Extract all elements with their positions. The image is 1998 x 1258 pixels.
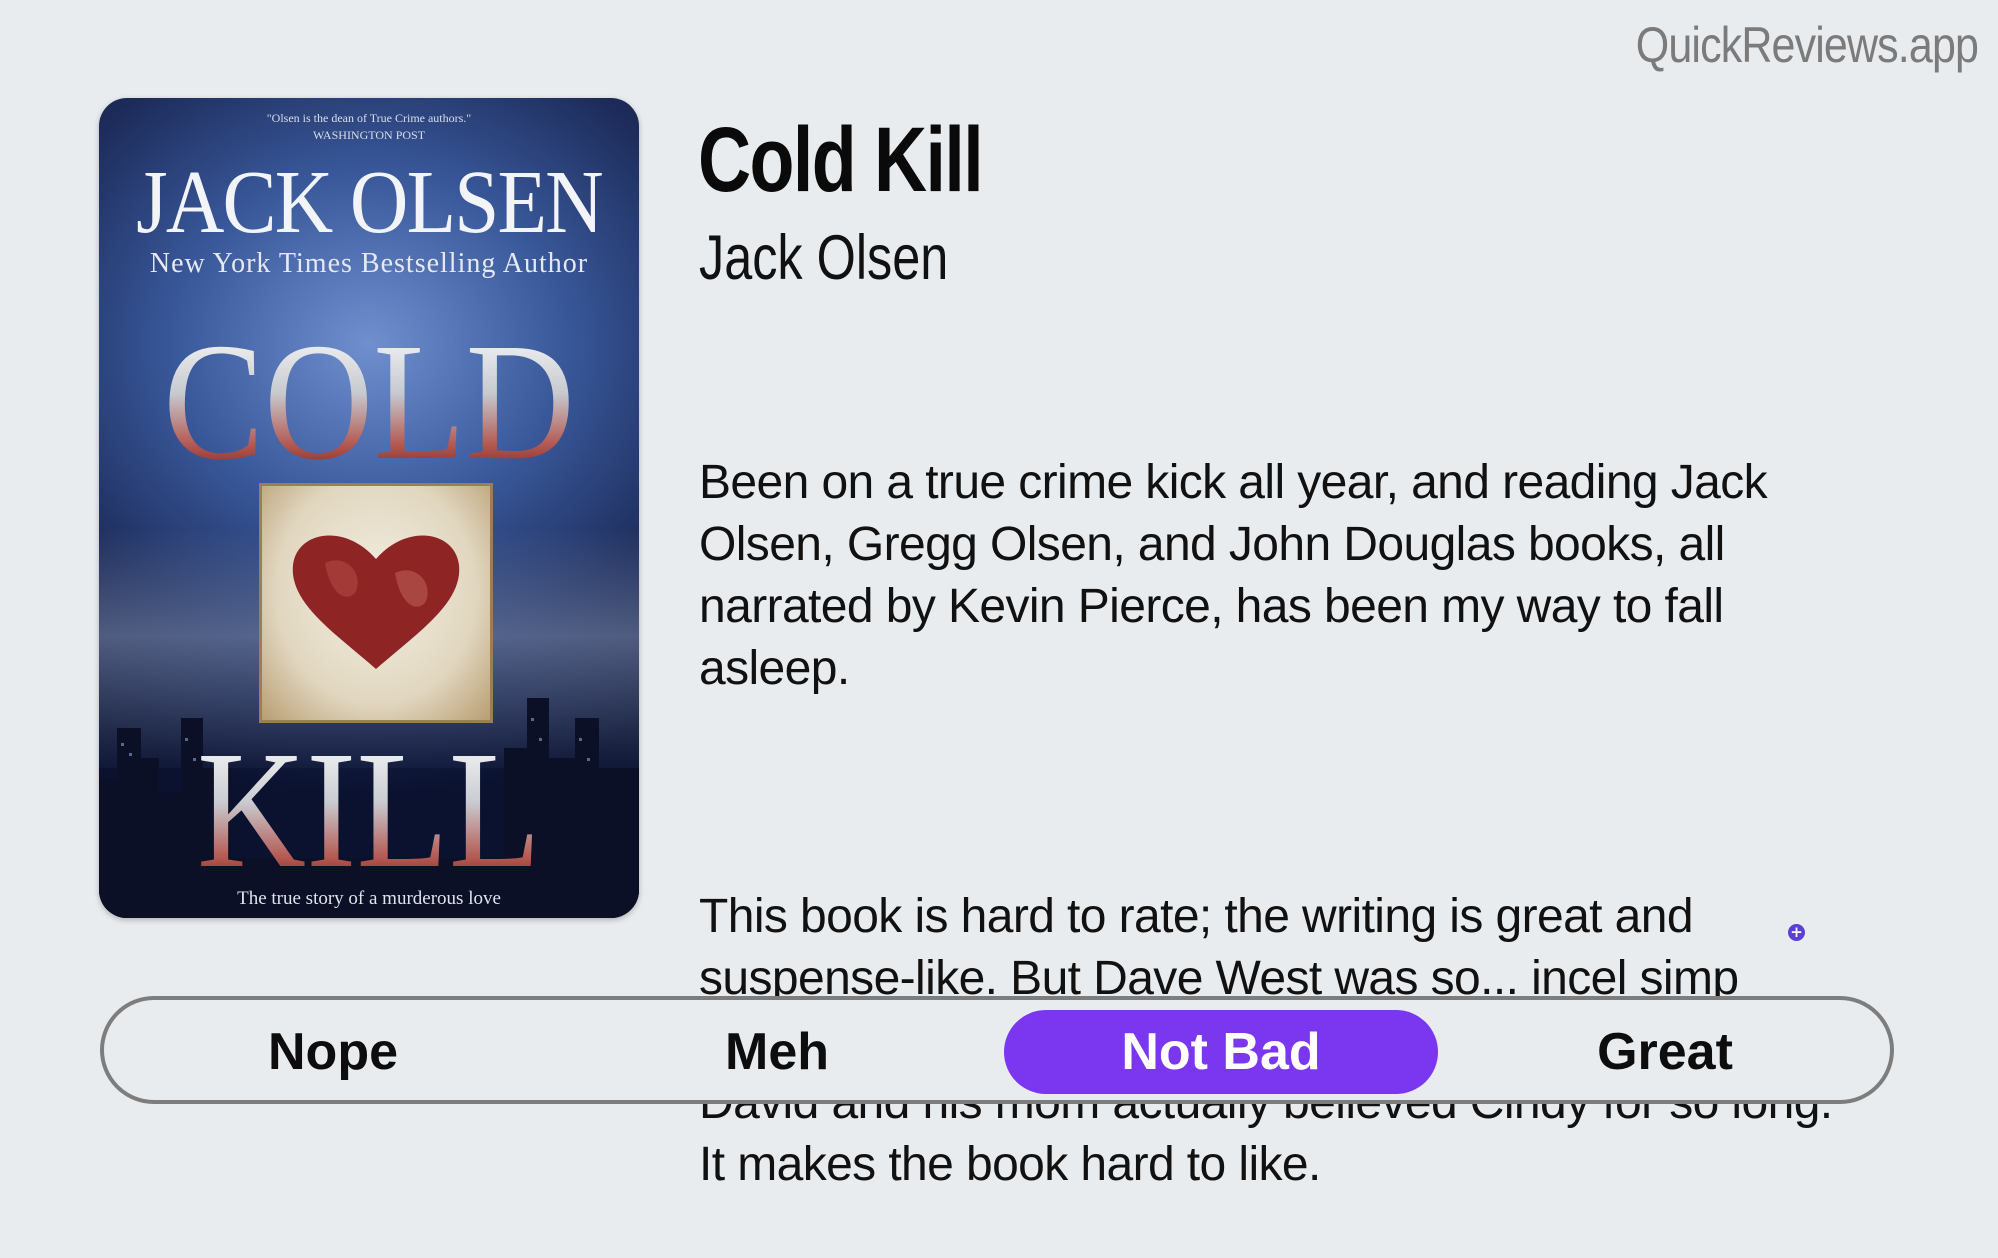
cover-heart-photo — [259, 483, 493, 723]
rating-option-great[interactable]: Great — [1448, 1010, 1882, 1094]
cover-quote: "Olsen is the dean of True Crime authors… — [99, 110, 639, 144]
review-text: Been on a true crime kick all year, and … — [699, 328, 1859, 1258]
plus-circle-icon[interactable]: + — [1788, 924, 1805, 941]
cover-subtitle: The true story of a murderous love — [237, 888, 501, 909]
cover-title-word-2: KILL — [126, 726, 612, 894]
book-title: Cold Kill — [698, 109, 984, 211]
heart-icon — [292, 535, 460, 669]
brand-label: QuickReviews.app — [1635, 17, 1979, 73]
rating-option-meh[interactable]: Meh — [560, 1010, 994, 1094]
cover-tagline: New York Times Bestselling Author — [149, 248, 589, 279]
review-paragraph-1: Been on a true crime kick all year, and … — [699, 456, 1780, 695]
book-cover-image: "Olsen is the dean of True Crime authors… — [99, 98, 639, 918]
cover-author: JACK OLSEN — [136, 153, 604, 252]
cover-quote-line: "Olsen is the dean of True Crime authors… — [266, 111, 472, 125]
cover-title-word-1: COLD — [126, 318, 612, 486]
book-author: Jack Olsen — [699, 223, 949, 293]
rating-option-nope[interactable]: Nope — [116, 1010, 550, 1094]
rating-selector: Nope Meh Not Bad Great — [100, 996, 1894, 1104]
cover-quote-source: WASHINGTON POST — [312, 128, 426, 142]
rating-option-not-bad[interactable]: Not Bad — [1004, 1010, 1438, 1094]
